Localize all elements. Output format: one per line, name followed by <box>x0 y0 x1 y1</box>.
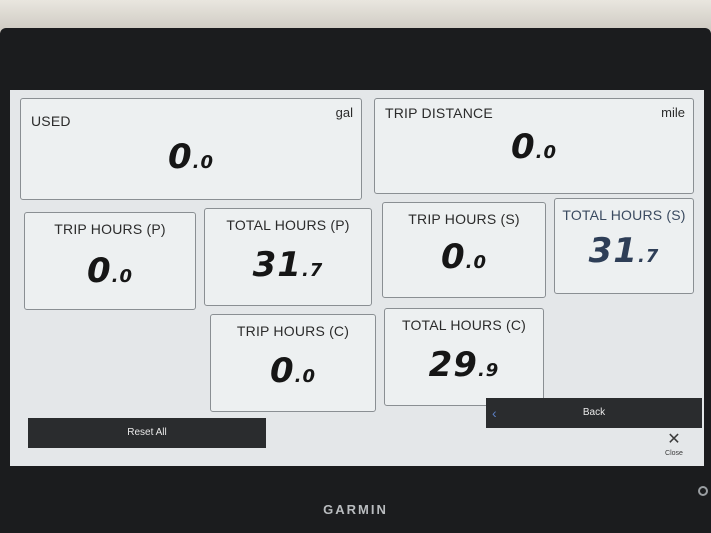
tile-unit: gal <box>335 105 353 120</box>
brand-logo: GARMIN <box>323 502 388 517</box>
tile-value: 0.0 <box>25 251 195 291</box>
reset-all-button[interactable]: Reset All <box>28 418 266 448</box>
tile-value: 0.0 <box>383 237 545 277</box>
power-icon[interactable] <box>698 486 708 496</box>
tile-value: 31.7 <box>555 231 693 271</box>
tile-label: TOTAL HOURS (P) <box>226 217 350 233</box>
tile-label: TRIP HOURS (P) <box>54 221 166 237</box>
value-integer: 0 <box>269 351 295 391</box>
value-decimal: .9 <box>477 360 500 381</box>
tile-total-hours-p[interactable]: TOTAL HOURS (P) 31.7 <box>204 208 372 306</box>
value-decimal: .7 <box>301 260 324 281</box>
tile-unit: mile <box>661 105 685 120</box>
close-icon: ✕ <box>667 431 681 448</box>
back-button[interactable]: ‹ Back <box>486 398 702 428</box>
tile-used[interactable]: USED gal 0.0 <box>20 98 362 200</box>
value-integer: 0 <box>86 251 112 291</box>
value-decimal: .0 <box>111 266 134 287</box>
tile-label: TRIP HOURS (S) <box>408 211 520 227</box>
value-decimal: .0 <box>465 252 488 273</box>
value-integer: 0 <box>510 127 536 167</box>
tile-value: 31.7 <box>205 245 371 285</box>
value-decimal: .0 <box>192 152 215 173</box>
value-integer: 0 <box>440 237 466 277</box>
tile-label: TOTAL HOURS (C) <box>401 317 527 333</box>
tile-trip-distance[interactable]: TRIP DISTANCE mile 0.0 <box>374 98 694 194</box>
background-glare <box>0 0 711 30</box>
close-label: Close <box>665 450 683 457</box>
back-label: Back <box>582 407 606 418</box>
value-decimal: .7 <box>637 246 660 267</box>
tile-value: 29.9 <box>385 345 543 385</box>
chevron-left-icon: ‹ <box>492 405 497 421</box>
screen: USED gal 0.0 TRIP DISTANCE mile 0.0 TRIP… <box>10 90 704 466</box>
tile-value: 0.0 <box>21 137 361 177</box>
value-integer: 31 <box>588 231 638 271</box>
tile-total-hours-s[interactable]: TOTAL HOURS (S) 31.7 <box>554 198 694 294</box>
tile-trip-hours-c[interactable]: TRIP HOURS (C) 0.0 <box>210 314 376 412</box>
value-decimal: .0 <box>294 366 317 387</box>
close-button[interactable]: ✕ Close <box>654 431 694 458</box>
value-integer: 0 <box>167 137 193 177</box>
tile-label: TRIP DISTANCE <box>385 105 493 121</box>
reset-all-label: Reset All <box>127 427 167 438</box>
tile-trip-hours-p[interactable]: TRIP HOURS (P) 0.0 <box>24 212 196 310</box>
tile-label: TOTAL HOURS (S) <box>562 207 686 223</box>
tile-label: USED <box>31 113 71 129</box>
tile-total-hours-c[interactable]: TOTAL HOURS (C) 29.9 <box>384 308 544 406</box>
value-integer: 29 <box>428 345 478 385</box>
tile-value: 0.0 <box>211 351 375 391</box>
tile-trip-hours-s[interactable]: TRIP HOURS (S) 0.0 <box>382 202 546 298</box>
tile-value: 0.0 <box>375 127 693 167</box>
value-integer: 31 <box>252 245 302 285</box>
value-decimal: .0 <box>535 142 558 163</box>
tile-label: TRIP HOURS (C) <box>236 323 350 339</box>
